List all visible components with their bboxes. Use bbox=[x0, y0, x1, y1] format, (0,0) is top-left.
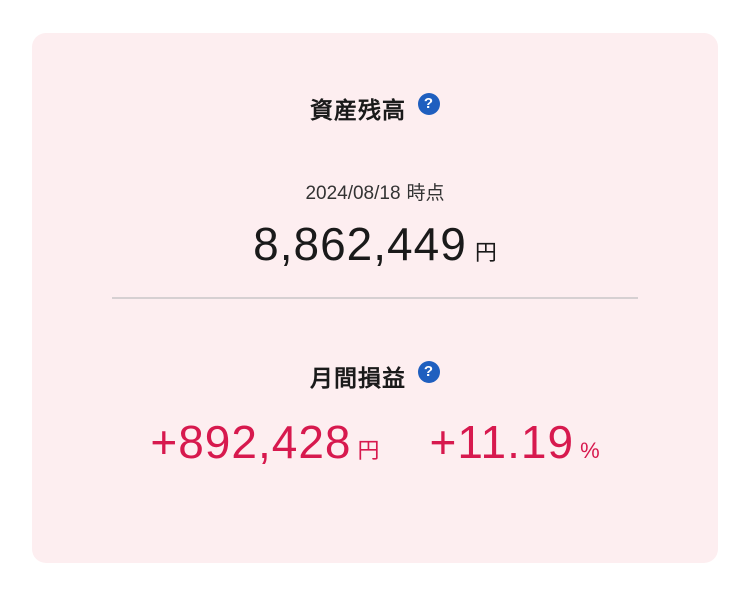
monthly-pl-values: +892,428 円 +11.19% bbox=[32, 415, 718, 469]
asset-balance-title: 資産残高 bbox=[310, 97, 406, 123]
asset-balance-amount: 8,862,449 bbox=[253, 218, 467, 270]
monthly-pl-header: 月間損益 ? bbox=[32, 359, 718, 393]
asset-balance-unit: 円 bbox=[474, 240, 497, 265]
asset-balance-header: 資産残高 ? bbox=[32, 91, 718, 125]
asset-balance-value: 8,862,449 円 bbox=[32, 217, 718, 271]
monthly-pl-help-icon[interactable]: ? bbox=[418, 361, 440, 383]
as-of-date-suffix: 時点 bbox=[406, 183, 445, 204]
section-divider bbox=[112, 297, 638, 299]
monthly-pl-percent: +11.19 bbox=[429, 416, 575, 468]
monthly-pl-amount: +892,428 bbox=[150, 416, 352, 468]
asset-summary-card: 資産残高 ? 2024/08/18 時点 8,862,449 円 月間損益 ? +8… bbox=[32, 33, 718, 563]
monthly-pl-amount-unit: 円 bbox=[357, 438, 380, 463]
monthly-pl-title: 月間損益 bbox=[310, 365, 406, 391]
asset-balance-help-icon[interactable]: ? bbox=[418, 93, 440, 115]
monthly-pl-percent-unit: % bbox=[580, 438, 600, 463]
as-of-date-value: 2024/08/18 bbox=[305, 183, 401, 204]
as-of-date: 2024/08/18 時点 bbox=[32, 178, 718, 205]
